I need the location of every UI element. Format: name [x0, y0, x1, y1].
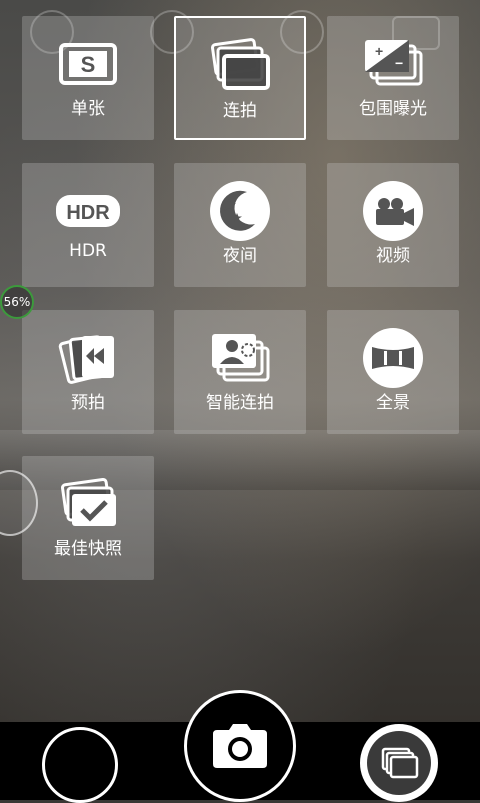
gallery-thumbnail-button[interactable] — [42, 727, 118, 803]
mode-label: 最佳快照 — [54, 539, 122, 559]
mode-tile-hdr[interactable]: HDR HDR — [22, 163, 154, 287]
mode-tile-night[interactable]: 夜间 — [174, 163, 306, 287]
mode-tile-smart-burst[interactable]: 智能连拍 — [174, 310, 306, 434]
mode-tile-video[interactable]: 视频 — [327, 163, 459, 287]
shooting-mode-button[interactable] — [360, 724, 438, 802]
svg-text:S: S — [81, 52, 96, 77]
best-shot-icon — [53, 476, 123, 532]
mode-label: 单张 — [71, 99, 105, 119]
smart-burst-icon — [205, 330, 275, 386]
hdr-icon: HDR — [53, 183, 123, 239]
mode-label: 连拍 — [223, 101, 257, 121]
panorama-icon — [358, 328, 428, 388]
mode-label: 全景 — [376, 393, 410, 413]
camera-icon — [213, 724, 267, 768]
mode-label: 视频 — [376, 246, 410, 266]
exposure-bracket-icon: + − — [358, 36, 428, 92]
video-camera-icon — [358, 181, 428, 241]
battery-level-indicator: 56% — [0, 285, 34, 319]
night-moon-icon — [205, 181, 275, 241]
svg-text:−: − — [395, 55, 403, 71]
mode-label: HDR — [69, 241, 107, 261]
mode-tile-best-shot[interactable]: 最佳快照 — [22, 456, 154, 580]
mode-tile-bracket[interactable]: + − 包围曝光 — [327, 16, 459, 140]
mode-label: 智能连拍 — [206, 393, 274, 413]
mode-tile-panorama[interactable]: 全景 — [327, 310, 459, 434]
pre-shot-icon — [53, 330, 123, 386]
shutter-button[interactable] — [184, 690, 296, 802]
svg-text:+: + — [375, 43, 383, 59]
mode-tile-single[interactable]: S 单张 — [22, 16, 154, 140]
mode-tile-preshot[interactable]: 预拍 — [22, 310, 154, 434]
burst-mode-icon — [367, 731, 431, 795]
mode-label: 预拍 — [71, 393, 105, 413]
mode-label: 夜间 — [223, 246, 257, 266]
mode-tile-burst[interactable]: 连拍 — [174, 16, 306, 140]
svg-text:HDR: HDR — [66, 202, 110, 224]
mode-label: 包围曝光 — [359, 99, 427, 119]
single-shot-icon: S — [53, 36, 123, 92]
burst-icon — [205, 38, 275, 94]
